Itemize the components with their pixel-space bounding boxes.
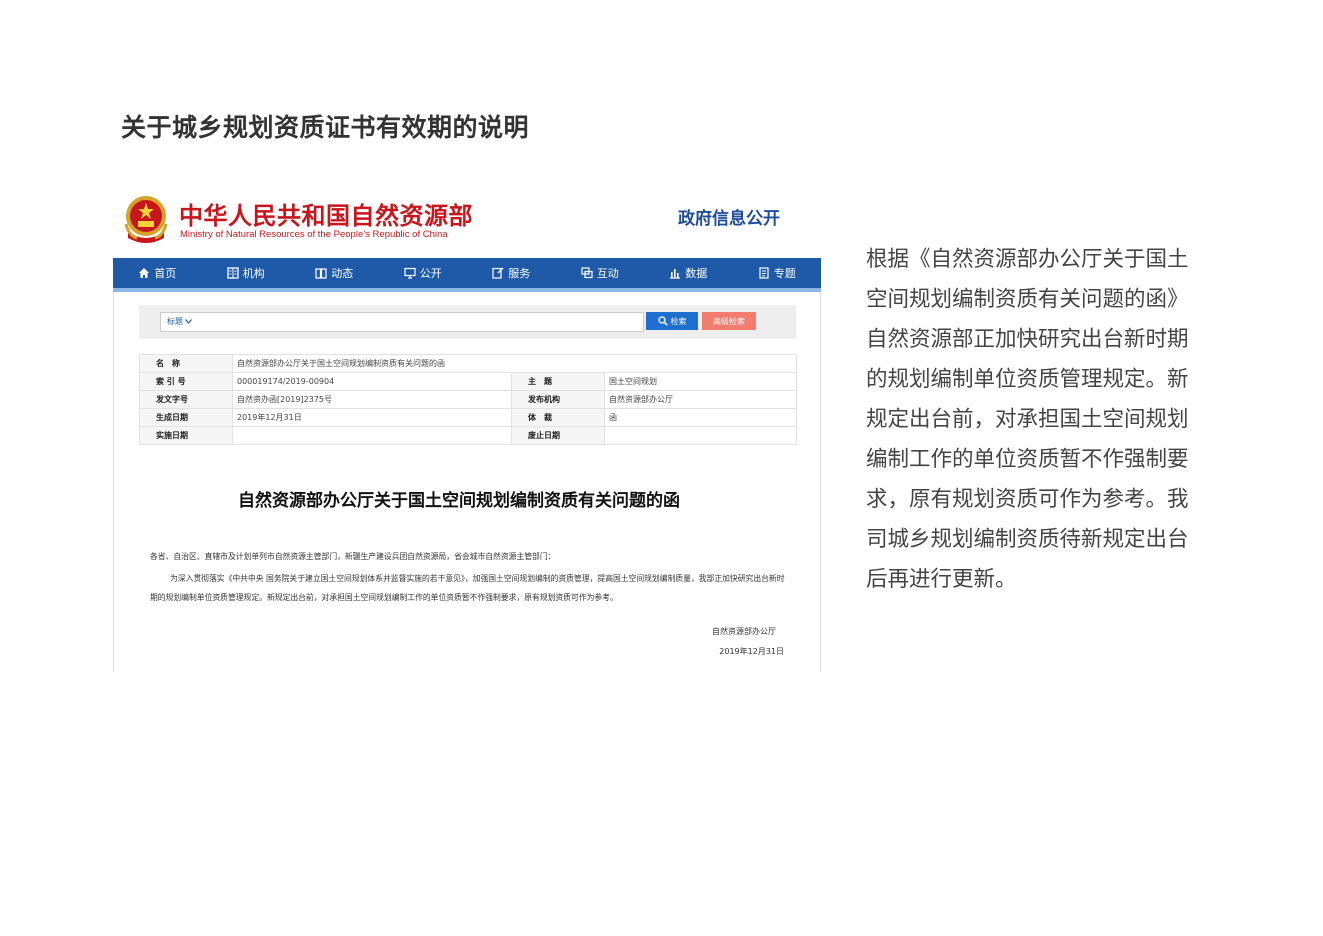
search-input[interactable]: 标题 — [160, 312, 644, 332]
meta-value: 自然资办函[2019]2375号 — [232, 390, 512, 409]
meta-value: 自然资源部办公厅关于国土空间规划编制资质有关问题的函 — [232, 354, 797, 373]
nav-label: 服务 — [508, 267, 531, 280]
meta-key: 名 称 — [139, 354, 233, 373]
meta-key: 发文字号 — [139, 390, 233, 409]
nav-label: 公开 — [419, 267, 442, 280]
meta-value: 2019年12月31日 — [232, 408, 512, 427]
edit-icon — [492, 267, 504, 279]
document-title: 自然资源部办公厅关于国土空间规划编制资质有关问题的函 — [238, 491, 680, 511]
document-icon — [759, 267, 769, 279]
meta-key: 发布机构 — [511, 390, 605, 409]
national-emblem-icon — [124, 196, 168, 243]
nav-label: 专题 — [773, 267, 796, 280]
nav-label: 首页 — [154, 267, 177, 280]
meta-key: 生成日期 — [139, 408, 233, 427]
gov-info-link[interactable]: 政府信息公开 — [678, 204, 780, 229]
document-signature: 自然资源部办公厅 — [712, 627, 776, 636]
nav-label: 机构 — [242, 267, 265, 280]
meta-key: 废止日期 — [511, 426, 605, 445]
meta-value — [604, 426, 797, 445]
news-icon — [315, 268, 327, 279]
explanation-text: 根据《自然资源部办公厅关于国土空间规划编制资质有关问题的函》自然资源部正加快研究… — [866, 247, 1189, 592]
search-icon — [657, 316, 668, 326]
meta-value: 000019174/2019-00904 — [232, 372, 512, 391]
ministry-name-en: Ministry of Natural Resources of the Peo… — [180, 229, 448, 240]
search-bar: 标题 检索 高级检索 — [139, 305, 796, 339]
content-area: 标题 检索 高级检索 名 称 自然资源部办公厅关于国土空间规划编制资质有关问题的… — [113, 292, 821, 672]
page-title: 关于城乡规划资质证书有效期的说明 — [121, 113, 530, 142]
ministry-name-cn: 中华人民共和国自然资源部 — [179, 201, 473, 230]
advanced-search-button[interactable]: 高级检索 — [702, 312, 756, 330]
nav-item-data[interactable]: 数据 — [644, 265, 733, 281]
chevron-down-icon — [185, 319, 192, 324]
document-body: 为深入贯彻落实《中共中央 国务院关于建立国土空间规划体系并监督实施的若干意见》，… — [150, 574, 785, 602]
search-button-label: 检索 — [670, 316, 687, 326]
nav-label: 数据 — [685, 267, 708, 280]
chat-icon — [581, 267, 593, 279]
home-icon — [139, 268, 150, 278]
table-row: 实施日期 废止日期 — [139, 426, 797, 445]
meta-key: 体 裁 — [511, 408, 605, 427]
search-field-select[interactable]: 标题 — [167, 316, 192, 327]
nav-item-service[interactable]: 服务 — [467, 265, 556, 281]
table-row: 名 称 自然资源部办公厅关于国土空间规划编制资质有关问题的函 — [139, 354, 797, 373]
nav-label: 动态 — [331, 267, 354, 280]
website-screenshot: 中华人民共和国自然资源部 Ministry of Natural Resourc… — [113, 188, 821, 672]
bar-chart-icon — [670, 269, 681, 279]
table-row: 生成日期 2019年12月31日 体 裁 函 — [139, 408, 797, 427]
nav-label: 互动 — [596, 267, 619, 280]
table-row: 索 引 号 000019174/2019-00904 主 题 国土空间规划 — [139, 372, 797, 391]
site-header: 中华人民共和国自然资源部 Ministry of Natural Resourc… — [113, 188, 821, 258]
meta-value — [232, 426, 512, 445]
meta-key: 实施日期 — [139, 426, 233, 445]
nav-item-public[interactable]: 公开 — [379, 265, 468, 281]
document-addressee: 各省、自治区、直辖市及计划单列市自然资源主管部门，新疆生产建设兵团自然资源局，省… — [150, 552, 556, 561]
main-nav: 首页 机构 动态 公开 服务 互动 数据 专题 — [113, 258, 821, 292]
nav-item-interact[interactable]: 互动 — [556, 265, 645, 281]
table-row: 发文字号 自然资办函[2019]2375号 发布机构 自然资源部办公厅 — [139, 390, 797, 409]
nav-item-news[interactable]: 动态 — [290, 265, 379, 281]
document-meta-table: 名 称 自然资源部办公厅关于国土空间规划编制资质有关问题的函 索 引 号 000… — [139, 354, 797, 445]
nav-item-org[interactable]: 机构 — [202, 265, 291, 281]
meta-value: 自然资源部办公厅 — [604, 390, 797, 409]
meta-key: 索 引 号 — [139, 372, 233, 391]
meta-value: 国土空间规划 — [604, 372, 797, 391]
meta-key: 主 题 — [511, 372, 605, 391]
document-date: 2019年12月31日 — [719, 647, 784, 656]
meta-value: 函 — [604, 408, 797, 427]
search-button[interactable]: 检索 — [646, 312, 698, 330]
nav-item-topics[interactable]: 专题 — [733, 265, 822, 281]
search-select-value: 标题 — [167, 317, 183, 326]
org-icon — [227, 267, 239, 279]
monitor-icon — [404, 267, 416, 279]
nav-item-home[interactable]: 首页 — [113, 265, 202, 281]
